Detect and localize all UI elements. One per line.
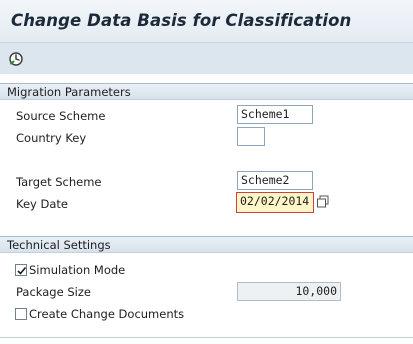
page-title: Change Data Basis for Classification	[11, 11, 352, 30]
source-scheme-field[interactable]: Scheme1	[237, 105, 313, 124]
technical-settings-title: Technical Settings	[7, 238, 111, 252]
country-key-label: Country Key	[16, 131, 87, 145]
key-date-field[interactable]: 02/02/2014	[236, 192, 314, 213]
migration-parameters-header: Migration Parameters	[0, 83, 413, 100]
source-scheme-label: Source Scheme	[16, 109, 106, 123]
technical-settings-header: Technical Settings	[0, 236, 413, 253]
simulation-mode-checkbox[interactable]	[15, 264, 27, 276]
technical-settings-group: Simulation Mode Package Size 10,000 Crea…	[0, 254, 413, 334]
execute-clock-icon[interactable]	[8, 51, 24, 67]
simulation-mode-label: Simulation Mode	[29, 263, 126, 277]
key-date-label: Key Date	[16, 197, 68, 211]
country-key-field[interactable]	[237, 127, 265, 146]
migration-parameters-title: Migration Parameters	[7, 85, 131, 99]
package-size-label: Package Size	[16, 285, 91, 299]
target-scheme-label: Target Scheme	[16, 175, 102, 189]
bottom-divider	[0, 337, 413, 338]
create-change-documents-label: Create Change Documents	[29, 307, 185, 321]
application-toolbar	[0, 42, 413, 74]
title-bar: Change Data Basis for Classification	[0, 0, 413, 42]
value-help-icon[interactable]	[316, 195, 330, 209]
target-scheme-field[interactable]: Scheme2	[237, 171, 313, 190]
create-change-documents-checkbox[interactable]	[15, 308, 27, 320]
migration-parameters-group: Source Scheme Scheme1 Country Key Target…	[0, 101, 413, 228]
package-size-field[interactable]: 10,000	[237, 282, 341, 301]
